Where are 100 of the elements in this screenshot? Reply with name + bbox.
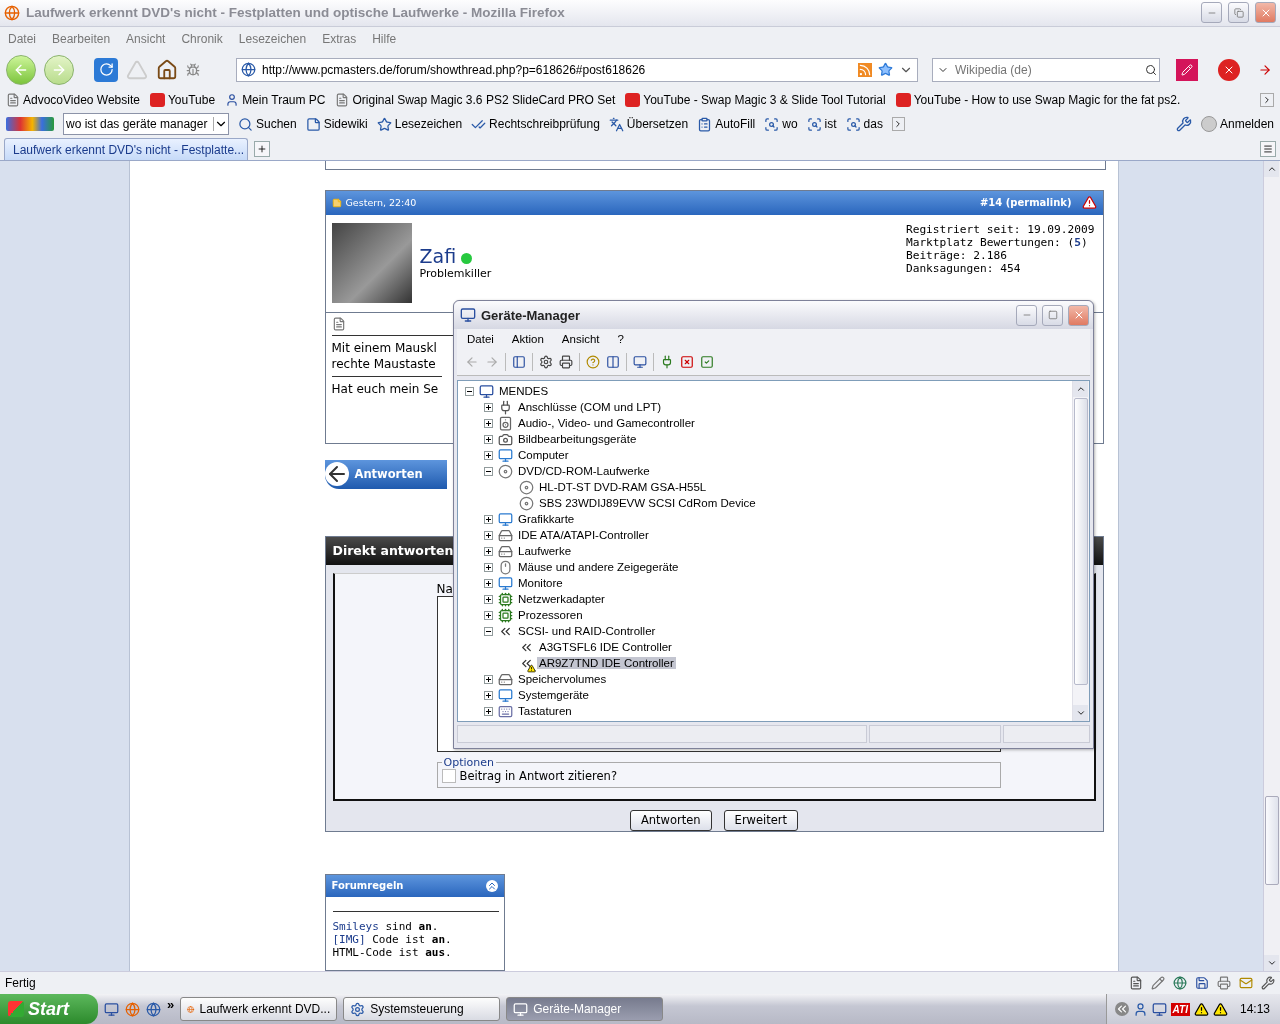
tree-item[interactable]: Netzwerkadapter bbox=[516, 593, 607, 606]
toolbar-button[interactable]: das bbox=[845, 116, 883, 132]
tab-list-button[interactable] bbox=[1260, 141, 1276, 158]
plug-icon[interactable] bbox=[660, 355, 674, 370]
form-button[interactable]: Antworten bbox=[629, 809, 712, 831]
browser-tab[interactable]: Laufwerk erkennt DVD's nicht - Festplatte... bbox=[4, 138, 248, 161]
monitor-icon[interactable] bbox=[633, 355, 647, 370]
user-icon[interactable] bbox=[1132, 1001, 1148, 1017]
tree-item[interactable]: Anschlüsse (COM und LPT) bbox=[516, 401, 664, 414]
search-icon[interactable] bbox=[1145, 63, 1157, 76]
toolbar-button[interactable]: wo bbox=[764, 116, 798, 132]
restore-button[interactable] bbox=[1228, 2, 1249, 24]
reload-button[interactable] bbox=[94, 57, 118, 82]
checkbox-label[interactable]: Beitrag in Antwort zitieren? bbox=[459, 768, 617, 783]
tree-item[interactable]: MENDES bbox=[497, 385, 551, 398]
tree-expander[interactable] bbox=[484, 450, 493, 460]
permalink[interactable]: #14 (permalink) bbox=[979, 197, 1072, 209]
tree-expander[interactable] bbox=[484, 594, 493, 604]
cross-icon[interactable] bbox=[680, 355, 694, 370]
tree-item[interactable]: Prozessoren bbox=[516, 609, 585, 622]
toolbar-button[interactable]: Übersetzen bbox=[608, 116, 689, 132]
new-tab-button[interactable] bbox=[254, 141, 270, 158]
menu-item[interactable]: Hilfe bbox=[372, 31, 397, 46]
globe-icon[interactable] bbox=[125, 1001, 140, 1017]
close-button[interactable] bbox=[1068, 304, 1089, 326]
menu-item[interactable]: Extras bbox=[322, 31, 357, 46]
pencil-button[interactable] bbox=[1176, 58, 1198, 81]
menu-item[interactable]: Ansicht bbox=[561, 333, 600, 346]
tree-expander[interactable] bbox=[484, 674, 493, 684]
rule-link[interactable]: Smileys bbox=[332, 919, 379, 933]
feed-icon[interactable] bbox=[858, 62, 872, 77]
page-scrollbar[interactable] bbox=[1263, 161, 1280, 972]
columns-icon[interactable] bbox=[606, 355, 620, 370]
wrench-icon[interactable] bbox=[1261, 976, 1275, 991]
tree-item[interactable]: SBS 23WDIJ89EVW SCSI CdRom Device bbox=[537, 497, 758, 510]
rule-link[interactable]: [IMG] bbox=[332, 932, 366, 946]
help-icon[interactable] bbox=[586, 355, 600, 370]
checkmark-icon[interactable] bbox=[700, 355, 714, 370]
mail-icon[interactable] bbox=[1239, 976, 1253, 991]
tree-item[interactable]: Grafikkarte bbox=[516, 513, 577, 526]
menu-item[interactable]: Ansicht bbox=[126, 31, 166, 46]
tree-expander[interactable] bbox=[484, 530, 493, 540]
toolbar-button[interactable]: Suchen bbox=[238, 116, 297, 132]
scroll-up-button[interactable] bbox=[1073, 381, 1088, 398]
tree-expander[interactable] bbox=[484, 626, 493, 636]
printer-icon[interactable] bbox=[1217, 976, 1231, 991]
printer-icon[interactable] bbox=[559, 355, 573, 370]
menu-item[interactable]: Chronik bbox=[181, 31, 223, 46]
tree-item[interactable]: A3GTSFL6 IDE Controller bbox=[537, 641, 674, 654]
tree-item[interactable]: Audio-, Video- und Gamecontroller bbox=[516, 417, 697, 430]
search-box[interactable]: Wikipedia (de) bbox=[932, 57, 1160, 82]
quote-checkbox[interactable] bbox=[441, 768, 456, 783]
taskbar-button[interactable]: Laufwerk erkennt DVD... bbox=[180, 997, 338, 1022]
gear-icon[interactable] bbox=[539, 355, 553, 370]
globe-icon[interactable] bbox=[1173, 976, 1187, 991]
toolbar-button[interactable]: Lesezeichen bbox=[376, 116, 463, 132]
tree-expander[interactable] bbox=[484, 562, 493, 572]
bookmark-link[interactable]: AdvocoVideo Website bbox=[6, 93, 140, 108]
bookmark-link[interactable]: YouTube bbox=[149, 93, 216, 108]
warning-icon[interactable] bbox=[1212, 1001, 1228, 1017]
bookmark-link[interactable]: YouTube - How to use Swap Magic for the fat ps2. bbox=[895, 93, 1181, 108]
panel-icon[interactable] bbox=[512, 355, 526, 370]
scroll-thumb[interactable] bbox=[1265, 796, 1279, 886]
tree-item[interactable]: Computer bbox=[516, 449, 571, 462]
toolbar-button[interactable]: Sidewiki bbox=[305, 116, 368, 132]
tree-item[interactable]: SCSI- und RAID-Controller bbox=[516, 625, 658, 638]
google-search-box[interactable]: wo ist das geräte manager bbox=[63, 113, 229, 136]
more-button[interactable] bbox=[891, 117, 905, 132]
warning-icon[interactable] bbox=[1081, 195, 1097, 211]
pencil-icon[interactable] bbox=[1151, 976, 1165, 991]
menu-item[interactable]: Lesezeichen bbox=[238, 31, 307, 46]
tree-expander[interactable] bbox=[484, 514, 493, 524]
menu-item[interactable]: Bearbeiten bbox=[52, 31, 111, 46]
close-button[interactable] bbox=[1255, 2, 1276, 24]
more-bookmarks-button[interactable] bbox=[1260, 93, 1274, 108]
tree-expander[interactable] bbox=[484, 546, 493, 556]
tree-expander[interactable] bbox=[484, 402, 493, 412]
dropdown-icon[interactable] bbox=[213, 117, 228, 132]
scrollbar[interactable] bbox=[1072, 381, 1089, 722]
tree-item[interactable]: Monitore bbox=[516, 577, 565, 590]
save-icon[interactable] bbox=[1195, 976, 1209, 991]
tree-item[interactable]: Bildbearbeitungsgeräte bbox=[516, 433, 639, 446]
desktop-icon[interactable] bbox=[104, 1001, 119, 1017]
sign-in-button[interactable]: Anmelden bbox=[1200, 116, 1274, 133]
wrench-icon[interactable] bbox=[1175, 116, 1192, 133]
tree-item[interactable]: Laufwerke bbox=[516, 545, 574, 558]
more-button[interactable]: » bbox=[167, 996, 175, 1012]
bookmark-link[interactable]: YouTube - Swap Magic 3 & Slide Tool Tutorial bbox=[625, 93, 886, 108]
warning-icon[interactable] bbox=[1193, 1001, 1209, 1017]
menu-item[interactable]: Datei bbox=[8, 31, 36, 46]
user-name[interactable]: Zafi bbox=[419, 244, 457, 267]
form-button[interactable]: Erweitert bbox=[723, 809, 799, 831]
menu-item[interactable]: Datei bbox=[467, 333, 494, 346]
reply-button[interactable]: Antworten bbox=[324, 459, 447, 489]
url-field[interactable]: http://www.pcmasters.de/forum/showthread.php?p=618626#post618626 bbox=[236, 57, 918, 82]
menu-item[interactable]: ? bbox=[617, 333, 624, 346]
globe-icon[interactable] bbox=[146, 1001, 161, 1017]
maximize-button[interactable] bbox=[1042, 304, 1063, 326]
bookmark-link[interactable]: Mein Traum PC bbox=[225, 93, 326, 108]
tree-item[interactable]: AR9Z7TND IDE Controller bbox=[537, 657, 676, 670]
